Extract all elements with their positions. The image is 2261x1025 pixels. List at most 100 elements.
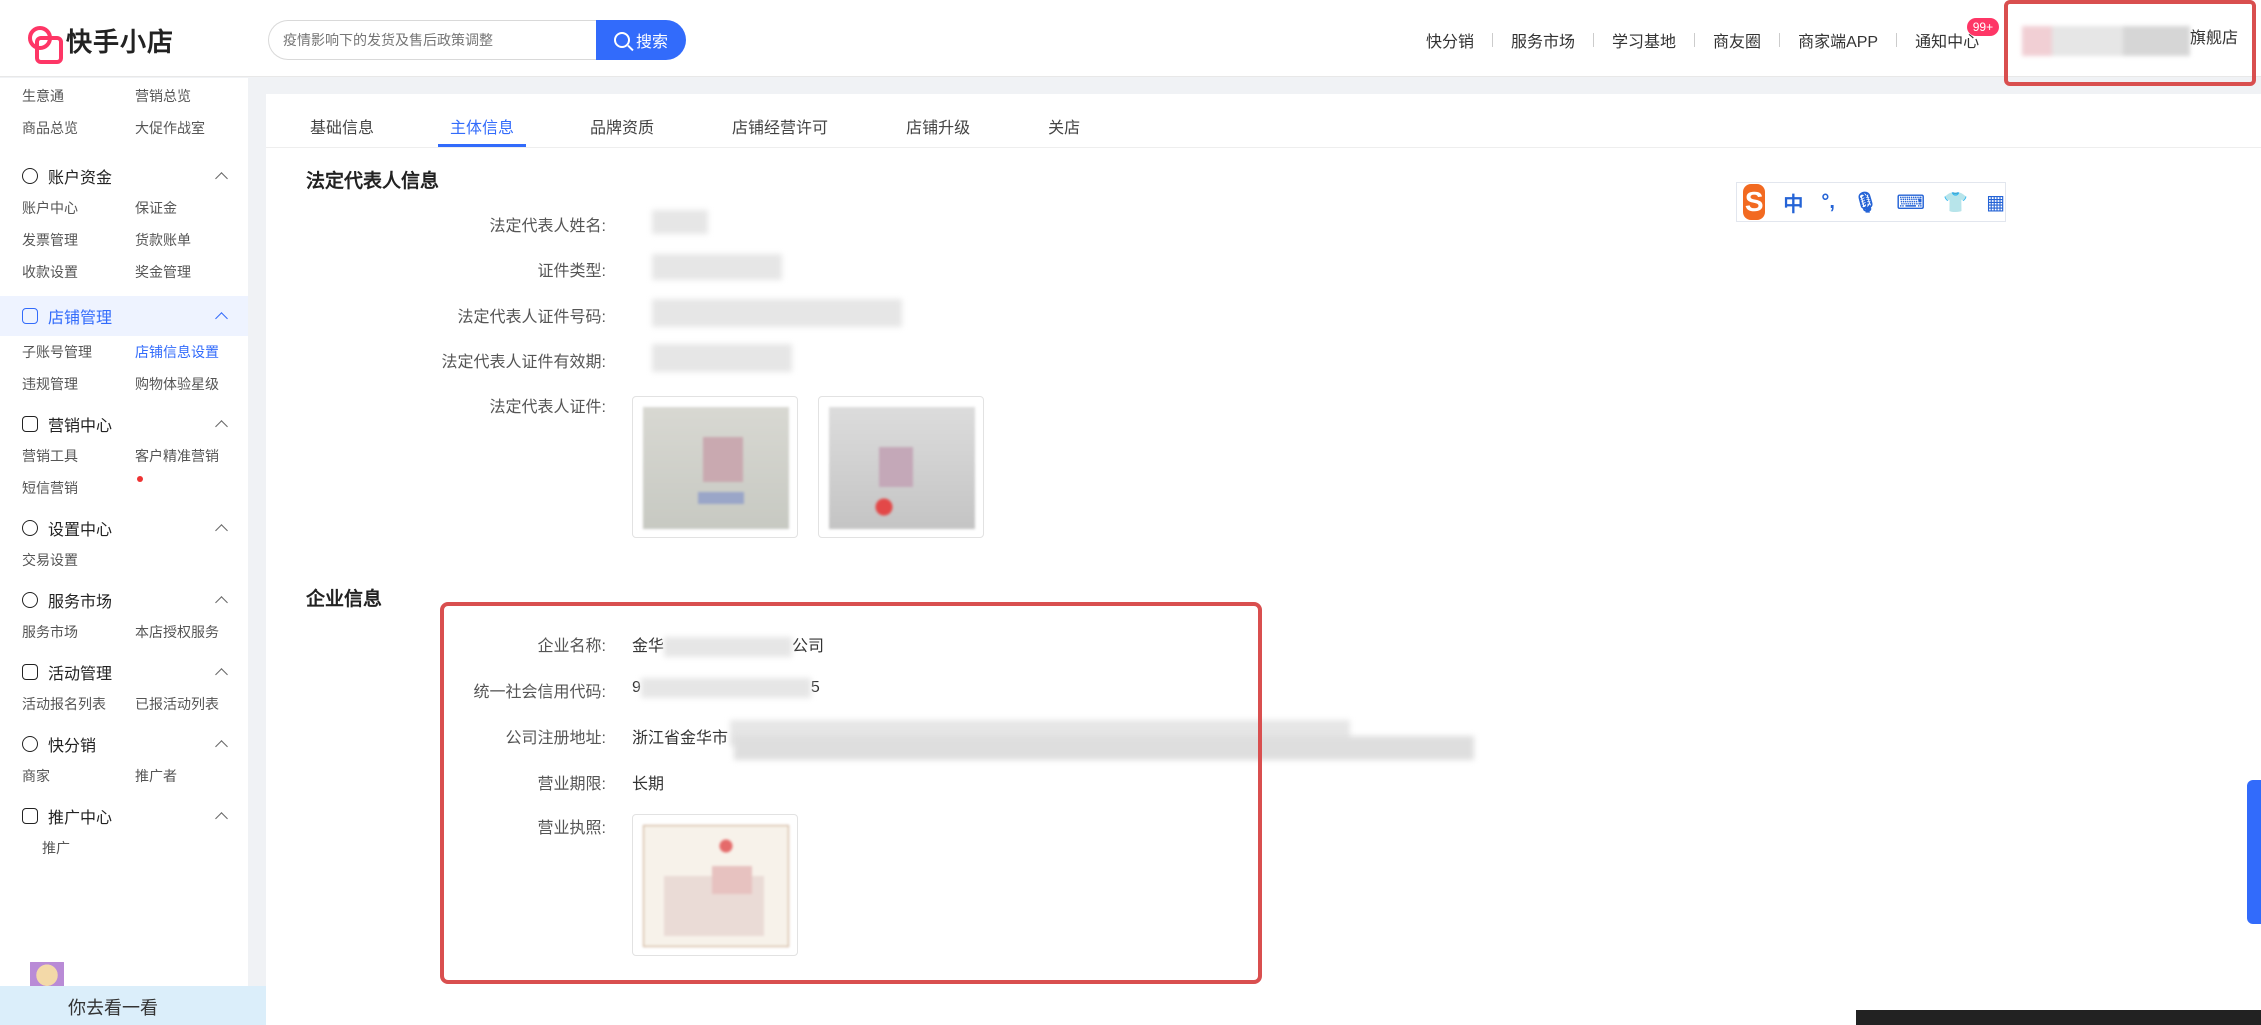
skin-icon[interactable]: 👕 — [1943, 190, 1968, 215]
sidebar-group-marketing: 营销中心 营销工具 客户精准营销 短信营销 — [0, 408, 248, 498]
sidebar-link[interactable]: 货款账单 — [135, 230, 248, 250]
id-number-label: 法定代表人证件号码: — [457, 309, 606, 326]
sidebar-group-head[interactable]: 活动管理 — [22, 656, 228, 688]
grid-icon[interactable]: ▦ — [1986, 190, 2005, 215]
tab-store-upgrade[interactable]: 店铺升级 — [906, 94, 970, 147]
sidebar-link-label: 短信营销 — [22, 480, 78, 496]
sidebar-link[interactable]: 发票管理 — [22, 230, 135, 250]
sidebar-link[interactable]: 营销工具 — [22, 446, 135, 466]
sidebar-group-account-funds: 账户资金 账户中心 保证金 发票管理 货款账单 收款设置 奖金管理 — [0, 160, 248, 282]
sidebar-link[interactable]: 营销总览 — [135, 86, 248, 106]
sidebar-link-sms[interactable]: 短信营销 — [22, 476, 143, 498]
sidebar-link-store-info-settings[interactable]: 店铺信息设置 — [135, 342, 248, 362]
chevron-up-icon — [215, 595, 228, 609]
sidebar-link[interactable]: 推广 — [22, 838, 135, 858]
id-card-front-image — [643, 407, 789, 529]
search-input[interactable] — [268, 20, 596, 60]
tab-close-store[interactable]: 关店 — [1048, 94, 1080, 147]
sidebar-link[interactable]: 服务市场 — [22, 622, 135, 642]
account-name-suffix: 旗舰店 — [2190, 30, 2239, 47]
sidebar-link[interactable]: 客户精准营销 — [135, 446, 248, 466]
topnav-service-market[interactable]: 服务市场 — [1493, 28, 1593, 52]
tab-entity-info[interactable]: 主体信息 — [438, 94, 527, 147]
sidebar-link[interactable]: 子账号管理 — [22, 342, 135, 362]
legal-rep-name-mask — [652, 210, 708, 234]
enterprise-section-title: 企业信息 — [306, 589, 383, 610]
sidebar-link[interactable]: 购物体验星级 — [135, 374, 248, 394]
sidebar-link[interactable]: 交易设置 — [22, 550, 135, 570]
id-card-back-image — [829, 407, 975, 529]
sidebar-group-store-management: 店铺管理 子账号管理 店铺信息设置 违规管理 购物体验星级 — [0, 296, 248, 394]
sidebar-link[interactable]: 活动报名列表 — [22, 694, 135, 714]
id-validity-label: 法定代表人证件有效期: — [441, 354, 606, 371]
sidebar-group-distribution: 快分销 商家 推广者 — [0, 728, 248, 786]
sidebar-link[interactable]: 收款设置 — [22, 262, 135, 282]
tab-business-license[interactable]: 店铺经营许可 — [732, 94, 828, 147]
gear-icon — [22, 520, 38, 536]
sidebar-link[interactable]: 保证金 — [135, 198, 248, 218]
microphone-icon[interactable]: 🎙 — [1853, 190, 1878, 215]
chevron-up-icon — [215, 523, 228, 537]
taskbar-fragment — [1856, 1010, 2261, 1025]
sidebar-group-service-market: 服务市场 服务市场 本店授权服务 — [0, 584, 248, 642]
keyboard-icon[interactable]: ⌨ — [1896, 190, 1925, 215]
sidebar-link[interactable]: 奖金管理 — [135, 262, 248, 282]
id-number-mask — [652, 299, 902, 327]
sidebar-group-head[interactable]: 店铺管理 — [0, 296, 248, 336]
sidebar-link[interactable]: 生意通 — [22, 86, 135, 106]
sidebar-link[interactable]: 本店授权服务 — [135, 622, 248, 642]
floating-side-tab[interactable] — [2247, 780, 2261, 924]
topnav-merchant-app[interactable]: 商家端APP — [1780, 28, 1896, 52]
store-icon — [22, 308, 38, 324]
legal-rep-name-label: 法定代表人姓名: — [489, 218, 606, 235]
send-icon — [22, 808, 38, 824]
account-menu[interactable]: 旗舰店 — [2004, 0, 2256, 86]
kuaishou-logo-icon — [28, 25, 63, 64]
highlight-frame-enterprise-info — [440, 602, 1262, 984]
sidebar-group-head[interactable]: 快分销 — [22, 728, 228, 760]
sidebar-group-head[interactable]: 服务市场 — [22, 584, 228, 616]
sidebar-group-head[interactable]: 账户资金 — [22, 160, 228, 192]
topnav-notification-center[interactable]: 通知中心 99+ — [1897, 18, 2000, 52]
info-tabs: 基础信息 主体信息 品牌资质 店铺经营许可 店铺升级 关店 — [266, 94, 2261, 148]
sidebar-link[interactable]: 违规管理 — [22, 374, 135, 394]
sogou-ime-logo[interactable]: S — [1743, 184, 1766, 220]
search-button[interactable]: 搜索 — [596, 20, 686, 60]
sidebar: 生意通 营销总览 商品总览 大促作战室 账户资金 账户中心 保证金 发票管理 货… — [0, 78, 248, 1025]
sidebar-top-links: 生意通 营销总览 商品总览 大促作战室 — [0, 78, 248, 138]
top-bar: 快手小店 搜索 快分销 服务市场 学习基地 商友圈 商家端APP 通知中心 99… — [0, 0, 2261, 86]
search-button-label: 搜索 — [635, 34, 668, 51]
new-dot-icon — [137, 476, 143, 482]
id-card-front-thumbnail[interactable] — [632, 396, 798, 538]
ime-punctuation-toggle[interactable]: °, — [1821, 191, 1835, 214]
chevron-up-icon — [215, 667, 228, 681]
search-bar: 搜索 — [268, 20, 688, 60]
top-nav: 快分销 服务市场 学习基地 商友圈 商家端APP 通知中心 99+ — [1408, 18, 2000, 52]
gift-icon — [22, 664, 38, 680]
sidebar-group-title: 服务市场 — [48, 594, 113, 611]
sidebar-group-head[interactable]: 推广中心 — [22, 800, 228, 832]
topnav-merchant-circle[interactable]: 商友圈 — [1695, 28, 1779, 52]
topnav-kuaifenxiao[interactable]: 快分销 — [1408, 28, 1492, 52]
chat-bubble-text: 你去看一看 — [68, 998, 158, 1018]
sidebar-link[interactable]: 商家 — [22, 766, 135, 786]
sidebar-group-title: 账户资金 — [48, 170, 113, 187]
sidebar-group-head[interactable]: 营销中心 — [22, 408, 228, 440]
search-icon — [613, 32, 630, 48]
sidebar-link[interactable]: 商品总览 — [22, 118, 135, 138]
sidebar-link[interactable]: 已报活动列表 — [135, 694, 248, 714]
topnav-learning-base[interactable]: 学习基地 — [1594, 28, 1694, 52]
cube-icon — [22, 736, 38, 752]
chevron-up-icon — [215, 739, 228, 753]
sidebar-link[interactable]: 大促作战室 — [135, 118, 248, 138]
tab-basic-info[interactable]: 基础信息 — [310, 94, 374, 147]
ime-language-toggle[interactable]: 中 — [1783, 188, 1803, 217]
sidebar-group-title: 营销中心 — [48, 418, 113, 435]
sidebar-link[interactable]: 推广者 — [135, 766, 248, 786]
sidebar-link[interactable]: 账户中心 — [22, 198, 135, 218]
id-card-back-thumbnail[interactable] — [818, 396, 984, 538]
app-logo[interactable]: 快手小店 — [28, 22, 174, 64]
sidebar-group-head[interactable]: 设置中心 — [22, 512, 228, 544]
tab-brand-qualification[interactable]: 品牌资质 — [590, 94, 654, 147]
sidebar-group-promotion: 推广中心 推广 — [0, 800, 248, 858]
